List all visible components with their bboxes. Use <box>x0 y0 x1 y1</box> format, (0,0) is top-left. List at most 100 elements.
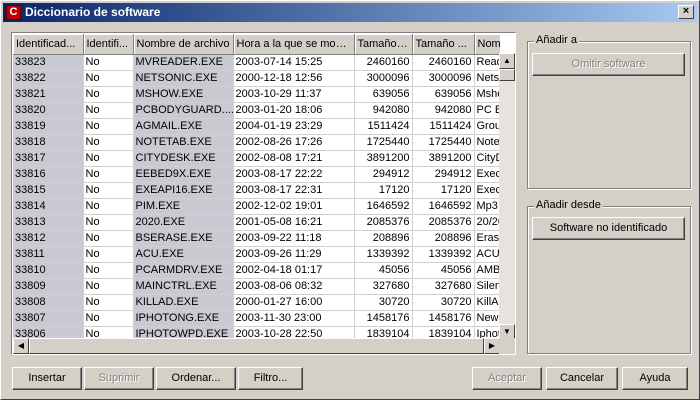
cell-name: PC Bo <box>474 102 500 119</box>
cell-size-2: 1725440 <box>412 134 475 151</box>
cell-identifier: 33811 <box>13 246 84 263</box>
table-row[interactable]: 33810 No PCARMDRV.EXE 2002-04-18 01:17 45056… <box>13 262 500 279</box>
app-icon: C <box>6 5 21 20</box>
table-row[interactable]: 33809 No MAINCTRL.EXE 2003-08-06 08:32 32768… <box>13 278 500 295</box>
cell-modified-time: 2003-08-17 22:22 <box>233 166 355 183</box>
delete-button[interactable]: Suprimir <box>84 367 154 390</box>
cell-size: 3000096 <box>354 70 413 87</box>
cell-size: 3891200 <box>354 150 413 167</box>
cell-name: AMBI <box>474 262 500 279</box>
window-title: Diccionario de software <box>25 5 161 19</box>
cell-filename: MAINCTRL.EXE <box>133 278 234 295</box>
cell-identifier: 33816 <box>13 166 84 183</box>
cell-size-2: 17120 <box>412 182 475 199</box>
cell-filename: KILLAD.EXE <box>133 294 234 311</box>
cell-identifier: 33815 <box>13 182 84 199</box>
cell-identified: No <box>83 182 134 199</box>
cell-size-2: 327680 <box>412 278 475 295</box>
omit-software-button[interactable]: Omitir software <box>532 53 685 76</box>
cell-modified-time: 2002-04-18 01:17 <box>233 262 355 279</box>
table-row[interactable]: 33819 No AGMAIL.EXE 2004-01-19 23:29 1511424… <box>13 118 500 135</box>
cell-modified-time: 2000-01-27 16:00 <box>233 294 355 311</box>
cell-filename: EXEAPI16.EXE <box>133 182 234 199</box>
table-row[interactable]: 33820 No PCBODYGUARD.... 2003-01-20 18:06 94… <box>13 102 500 119</box>
add-to-group: Añadir a Omitir software <box>527 34 691 189</box>
column-header-identified[interactable]: Identifi... <box>83 34 134 55</box>
cell-identifier: 33810 <box>13 262 84 279</box>
cell-identifier: 33817 <box>13 150 84 167</box>
table-row[interactable]: 33818 No NOTETAB.EXE 2002-08-26 17:26 172544… <box>13 134 500 151</box>
cell-size: 1339392 <box>354 246 413 263</box>
table-row[interactable]: 33808 No KILLAD.EXE 2000-01-27 16:00 30720 30… <box>13 294 500 311</box>
horizontal-scroll-thumb[interactable] <box>29 338 484 354</box>
cell-name: Msho <box>474 86 500 103</box>
cell-modified-time: 2004-01-19 23:29 <box>233 118 355 135</box>
cell-size-2: 3891200 <box>412 150 475 167</box>
cell-modified-time: 2002-12-02 19:01 <box>233 198 355 215</box>
cell-modified-time: 2003-08-17 22:31 <box>233 182 355 199</box>
cell-size-2: 942080 <box>412 102 475 119</box>
cell-identifier: 33823 <box>13 54 84 71</box>
unidentified-software-button[interactable]: Software no identificado <box>532 217 685 240</box>
cell-identified: No <box>83 134 134 151</box>
cell-identified: No <box>83 310 134 327</box>
cell-modified-time: 2003-10-29 11:37 <box>233 86 355 103</box>
table-row[interactable]: 33815 No EXEAPI16.EXE 2003-08-17 22:31 17120… <box>13 182 500 199</box>
cell-name: ACU <box>474 246 500 263</box>
table-row[interactable]: 33817 No CITYDESK.EXE 2002-08-08 17:21 38912… <box>13 150 500 167</box>
table-row[interactable]: 33811 No ACU.EXE 2003-09-26 11:29 1339392 133… <box>13 246 500 263</box>
column-header-filename[interactable]: Nombre de archivo <box>133 34 234 55</box>
cancel-button[interactable]: Cancelar <box>546 367 618 390</box>
help-button[interactable]: Ayuda <box>622 367 688 390</box>
accept-button[interactable]: Aceptar <box>472 367 542 390</box>
column-header-size-2[interactable]: Tamaño ... <box>412 34 475 55</box>
cell-name: Netso <box>474 70 500 87</box>
cell-size: 294912 <box>354 166 413 183</box>
cell-identified: No <box>83 54 134 71</box>
table-row[interactable]: 33813 No 2020.EXE 2001-05-08 16:21 2085376 20… <box>13 214 500 231</box>
table-row[interactable]: 33814 No PIM.EXE 2002-12-02 19:01 1646592 164… <box>13 198 500 215</box>
cell-identified: No <box>83 166 134 183</box>
scroll-up-icon[interactable]: ▲ <box>499 53 515 69</box>
column-header-identifier[interactable]: Identificad... <box>13 34 84 55</box>
cell-modified-time: 2000-12-18 12:56 <box>233 70 355 87</box>
table-row[interactable]: 33816 No EEBED9X.EXE 2003-08-17 22:22 294912… <box>13 166 500 183</box>
cell-identified: No <box>83 118 134 135</box>
close-icon[interactable]: × <box>678 5 694 19</box>
horizontal-scrollbar[interactable]: ◀ ▶ <box>13 338 500 354</box>
filter-button[interactable]: Filtro... <box>238 367 303 390</box>
cell-filename: MSHOW.EXE <box>133 86 234 103</box>
software-table[interactable]: Identificad... Identifi... Nombre de arc… <box>11 32 516 355</box>
table-row[interactable]: 33807 No IPHOTONG.EXE 2003-11-30 23:00 14581… <box>13 310 500 327</box>
cell-filename: 2020.EXE <box>133 214 234 231</box>
vertical-scroll-thumb[interactable] <box>499 69 515 81</box>
cell-identifier: 33808 <box>13 294 84 311</box>
scroll-left-icon[interactable]: ◀ <box>13 338 29 354</box>
cell-name: Exec <box>474 182 500 199</box>
cell-size: 208896 <box>354 230 413 247</box>
column-header-modified-time[interactable]: Hora a la que se modi... <box>233 34 355 55</box>
cell-identified: No <box>83 86 134 103</box>
cell-filename: IPHOTONG.EXE <box>133 310 234 327</box>
column-header-name[interactable]: Nom <box>474 34 500 55</box>
table-row[interactable]: 33822 No NETSONIC.EXE 2000-12-18 12:56 30000… <box>13 70 500 87</box>
cell-identified: No <box>83 262 134 279</box>
cell-name: Mp3 F <box>474 198 500 215</box>
scroll-right-icon[interactable]: ▶ <box>484 338 500 354</box>
cell-name: Erase <box>474 230 500 247</box>
title-bar[interactable]: C Diccionario de software × <box>3 3 697 22</box>
sort-button[interactable]: Ordenar... <box>156 367 236 390</box>
cell-name: Silen <box>474 278 500 295</box>
insert-button[interactable]: Insertar <box>12 367 82 390</box>
cell-size-2: 294912 <box>412 166 475 183</box>
table-row[interactable]: 33812 No BSERASE.EXE 2003-09-22 11:18 208896… <box>13 230 500 247</box>
cell-size: 17120 <box>354 182 413 199</box>
cell-size-2: 1339392 <box>412 246 475 263</box>
cell-size-2: 1458176 <box>412 310 475 327</box>
table-row[interactable]: 33821 No MSHOW.EXE 2003-10-29 11:37 639056 63… <box>13 86 500 103</box>
vertical-scrollbar[interactable]: ▲ ▼ <box>499 53 515 340</box>
cell-identified: No <box>83 246 134 263</box>
column-header-size[interactable]: Tamaño ... <box>354 34 413 55</box>
table-row[interactable]: 33823 No MVREADER.EXE 2003-07-14 15:25 24601… <box>13 54 500 71</box>
cell-identifier: 33813 <box>13 214 84 231</box>
